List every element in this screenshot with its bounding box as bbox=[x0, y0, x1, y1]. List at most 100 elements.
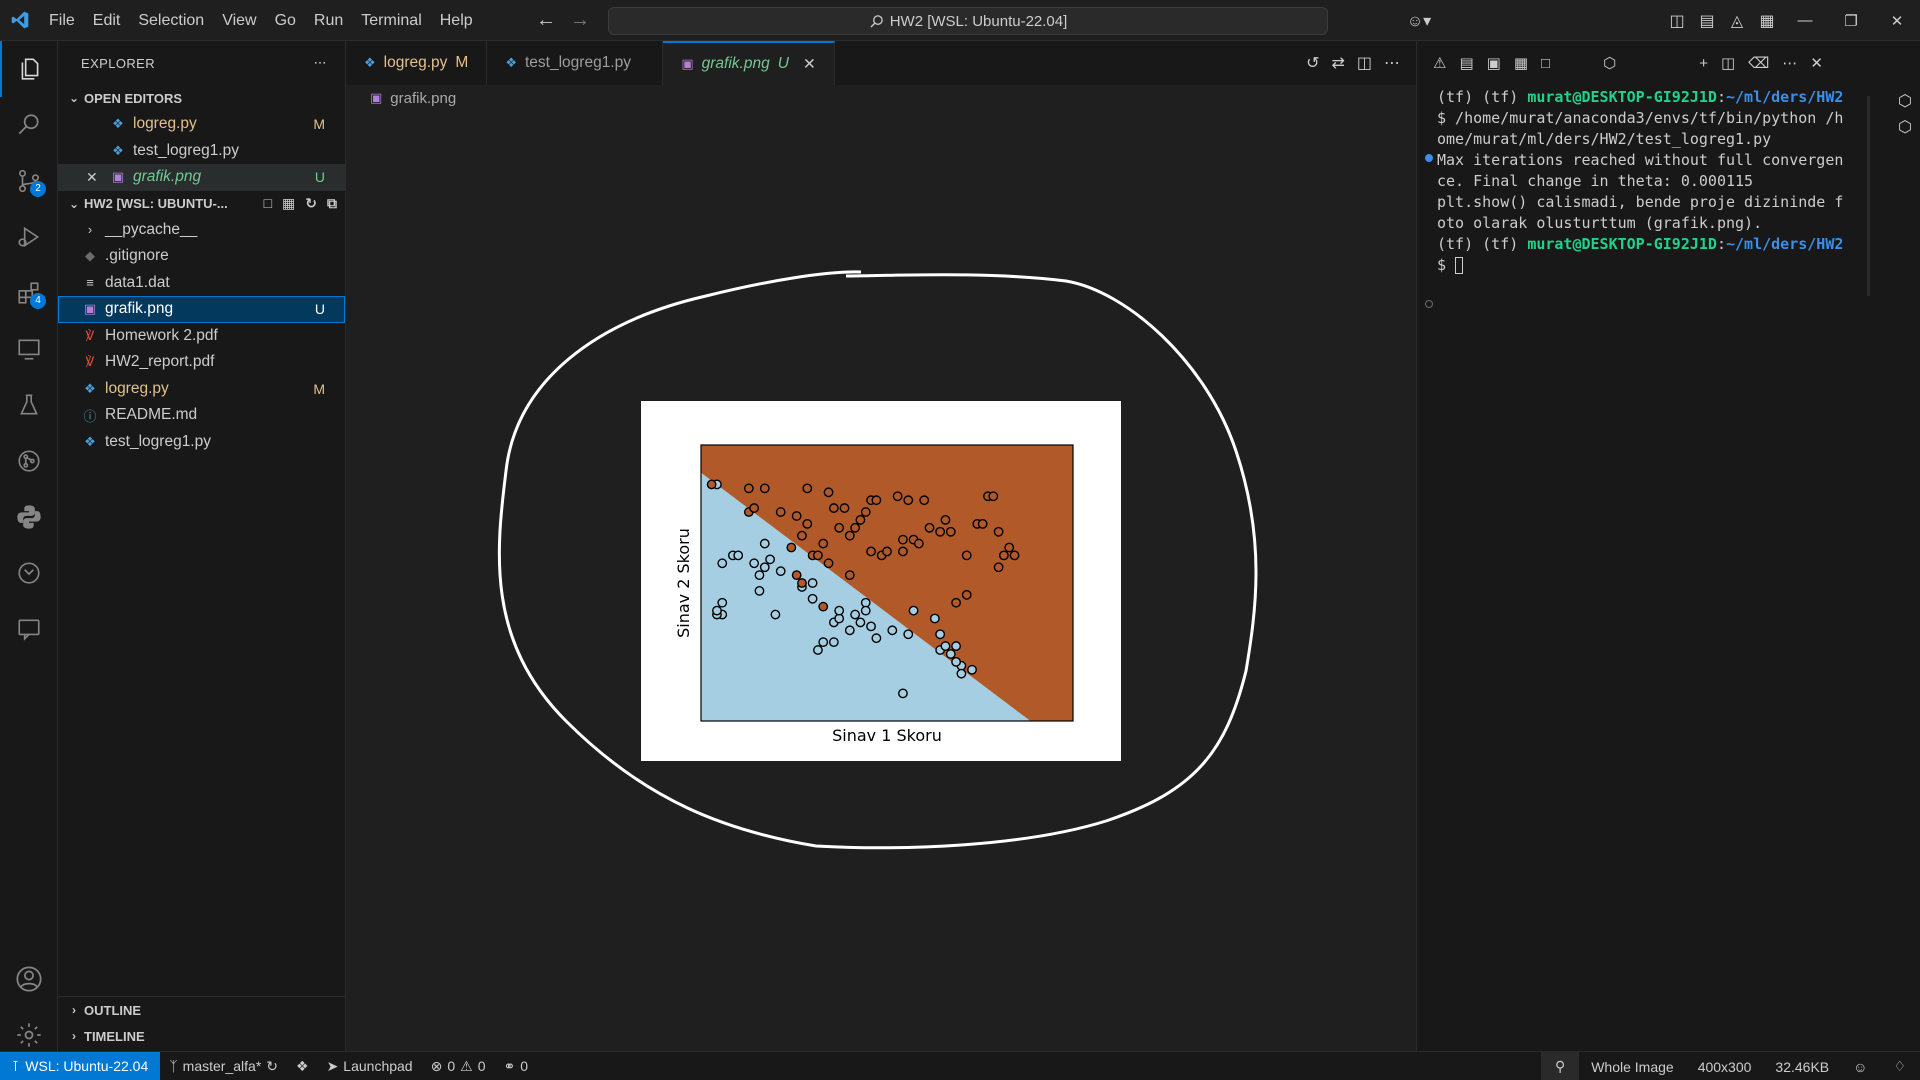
terminal-instance-icon[interactable]: ⬡ bbox=[1898, 89, 1912, 115]
trash-icon[interactable]: ⌫ bbox=[1748, 54, 1769, 72]
toggle-primary-sidebar-icon[interactable]: ◫ bbox=[1662, 0, 1692, 41]
close-icon[interactable]: ✕ bbox=[86, 169, 108, 186]
toggle-secondary-sidebar-icon[interactable]: ◬ bbox=[1722, 0, 1752, 41]
problems-status[interactable]: ⊗ 0 ⚠ 0 bbox=[422, 1052, 495, 1080]
output-icon[interactable]: ▤ bbox=[1459, 54, 1473, 72]
terminal-scrollbar[interactable] bbox=[1867, 96, 1870, 296]
tree-file-homework2-pdf[interactable]: ℣ Homework 2.pdf bbox=[58, 323, 345, 350]
menu-file[interactable]: File bbox=[40, 0, 84, 41]
tab-grafik[interactable]: ▣ grafik.png U ✕ bbox=[663, 41, 835, 85]
tree-file-grafik[interactable]: ▣ grafik.png U bbox=[58, 296, 345, 323]
terminal-instance-icon[interactable]: ⬡ bbox=[1898, 115, 1912, 141]
close-icon[interactable]: ✕ bbox=[803, 55, 816, 74]
split-editor-icon[interactable]: ◫ bbox=[1357, 53, 1372, 73]
split-terminal-icon[interactable]: ◫ bbox=[1721, 54, 1735, 72]
menu-go[interactable]: Go bbox=[266, 0, 305, 41]
tab-test-logreg1[interactable]: ❖ test_logreg1.py bbox=[487, 41, 664, 85]
debug-console-icon[interactable]: ▣ bbox=[1487, 54, 1501, 72]
new-terminal-icon[interactable]: + bbox=[1699, 55, 1708, 72]
compare-changes-icon[interactable]: ⇄ bbox=[1331, 53, 1344, 73]
launchpad-item[interactable]: ➤ Launchpad bbox=[318, 1052, 422, 1080]
menu-run[interactable]: Run bbox=[305, 0, 352, 41]
class1-point bbox=[961, 589, 972, 600]
menu-edit[interactable]: Edit bbox=[84, 0, 130, 41]
class1-point bbox=[940, 515, 951, 525]
ports-icon[interactable]: □ bbox=[1541, 55, 1550, 72]
tab-logreg[interactable]: ❖ logreg.py M bbox=[346, 41, 488, 85]
explorer-header: EXPLORER ⋯ bbox=[58, 41, 345, 85]
tree-file-logreg[interactable]: ❖ logreg.py M bbox=[58, 376, 345, 403]
history-icon[interactable]: ↺ bbox=[1306, 53, 1319, 73]
customize-layout-icon[interactable]: ▦ bbox=[1752, 0, 1782, 41]
back-arrow-icon[interactable]: ← bbox=[536, 9, 556, 32]
debug-status[interactable]: ❖ bbox=[287, 1052, 318, 1080]
menu-view[interactable]: View bbox=[213, 0, 265, 41]
python-icon[interactable] bbox=[0, 489, 58, 545]
terminal-profile-icon[interactable]: ⬡ bbox=[1603, 54, 1616, 72]
git-branch[interactable]: ᛉ master_alfa* ↻ bbox=[160, 1052, 287, 1080]
explorer-icon[interactable] bbox=[0, 41, 58, 97]
tree-item-label: .gitignore bbox=[105, 247, 169, 265]
ports-status[interactable]: ⚭ 0 bbox=[494, 1052, 537, 1080]
tree-file-data1[interactable]: ≡ data1.dat bbox=[58, 270, 345, 297]
tree-item-label: test_logreg1.py bbox=[105, 432, 211, 450]
zoom-status[interactable]: ⚲ bbox=[1540, 1052, 1580, 1080]
forward-arrow-icon[interactable]: → bbox=[570, 9, 590, 32]
terminal-text: ~/ml/ders/HW2 bbox=[1726, 235, 1844, 253]
refresh-icon[interactable]: ↻ bbox=[305, 195, 317, 212]
menu-selection[interactable]: Selection bbox=[129, 0, 213, 41]
source-control-icon[interactable]: 2 bbox=[0, 153, 58, 209]
class0-point bbox=[712, 605, 722, 616]
more-actions-icon[interactable]: ⋯ bbox=[1782, 54, 1797, 72]
workspace-section[interactable]: ⌄ HW2 [WSL: UBUNTU-... □ ▦ ↻ ⧉ bbox=[58, 191, 345, 217]
new-folder-icon[interactable]: ▦ bbox=[282, 195, 295, 212]
testing-icon[interactable] bbox=[0, 377, 58, 433]
remote-indicator[interactable]: ⊺ WSL: Ubuntu-22.04 bbox=[0, 1051, 161, 1080]
more-actions-icon[interactable]: ⋯ bbox=[1384, 53, 1400, 73]
breadcrumb-label[interactable]: grafik.png bbox=[390, 90, 456, 107]
accounts-icon[interactable] bbox=[0, 951, 58, 1007]
run-debug-icon[interactable] bbox=[0, 209, 58, 265]
copilot-status-icon[interactable]: ☺ bbox=[1841, 1052, 1879, 1080]
class0-point bbox=[834, 605, 845, 616]
open-editor-grafik[interactable]: ✕ ▣ grafik.png U bbox=[58, 164, 345, 191]
tree-file-gitignore[interactable]: ◆ .gitignore bbox=[58, 243, 345, 270]
git-graph-icon[interactable] bbox=[0, 433, 58, 489]
new-file-icon[interactable]: □ bbox=[264, 195, 272, 212]
close-window-button[interactable]: ✕ bbox=[1874, 0, 1920, 41]
git-status-badge: M bbox=[313, 116, 325, 133]
command-center-search[interactable]: HW2 [WSL: Ubuntu-22.04] bbox=[608, 7, 1328, 35]
notifications-bell-icon[interactable]: ♢ bbox=[1879, 1052, 1920, 1080]
docker-icon[interactable] bbox=[0, 545, 58, 601]
timeline-section[interactable]: › TIMELINE bbox=[58, 1023, 346, 1049]
search-icon[interactable] bbox=[0, 97, 58, 153]
zoom-level[interactable]: Whole Image bbox=[1579, 1052, 1685, 1080]
toggle-panel-icon[interactable]: ▤ bbox=[1692, 0, 1722, 41]
outline-section[interactable]: › OUTLINE bbox=[58, 997, 346, 1023]
tree-file-hw2-report[interactable]: ℣ HW2_report.pdf bbox=[58, 349, 345, 376]
chat-icon[interactable] bbox=[0, 601, 58, 657]
extensions-icon[interactable]: 4 bbox=[0, 265, 58, 321]
chevron-down-icon: ⌄ bbox=[68, 91, 80, 105]
sync-icon[interactable]: ↻ bbox=[266, 1058, 278, 1075]
open-editors-section[interactable]: ⌄ OPEN EDITORS bbox=[58, 85, 345, 111]
tree-folder-pycache[interactable]: › __pycache__ bbox=[58, 217, 345, 244]
menu-help[interactable]: Help bbox=[431, 0, 482, 41]
tree-file-test-logreg1[interactable]: ❖ test_logreg1.py bbox=[58, 429, 345, 456]
open-editor-test-logreg1[interactable]: ❖ test_logreg1.py bbox=[58, 138, 345, 165]
minimize-window-button[interactable]: — bbox=[1782, 0, 1828, 41]
tree-file-readme[interactable]: ⓘ README.md bbox=[58, 402, 345, 429]
menu-terminal[interactable]: Terminal bbox=[352, 0, 430, 41]
terminal-icon[interactable]: ▦ bbox=[1514, 54, 1528, 72]
open-editor-logreg[interactable]: ❖ logreg.py M bbox=[58, 111, 345, 138]
image-file-icon: ▣ bbox=[370, 90, 383, 105]
more-actions-icon[interactable]: ⋯ bbox=[314, 55, 327, 71]
restore-window-button[interactable]: ❐ bbox=[1828, 0, 1874, 41]
remote-explorer-icon[interactable] bbox=[0, 321, 58, 377]
close-panel-icon[interactable]: ✕ bbox=[1810, 54, 1823, 72]
terminal-text: : bbox=[1716, 235, 1726, 253]
problems-icon[interactable]: ⚠ bbox=[1433, 54, 1446, 72]
terminal-output[interactable]: (tf) (tf) murat@DESKTOP-GI92J1D:~/ml/der… bbox=[1437, 87, 1865, 276]
collapse-all-icon[interactable]: ⧉ bbox=[327, 195, 337, 212]
copilot-icon[interactable]: ☺▾ bbox=[1396, 0, 1442, 41]
